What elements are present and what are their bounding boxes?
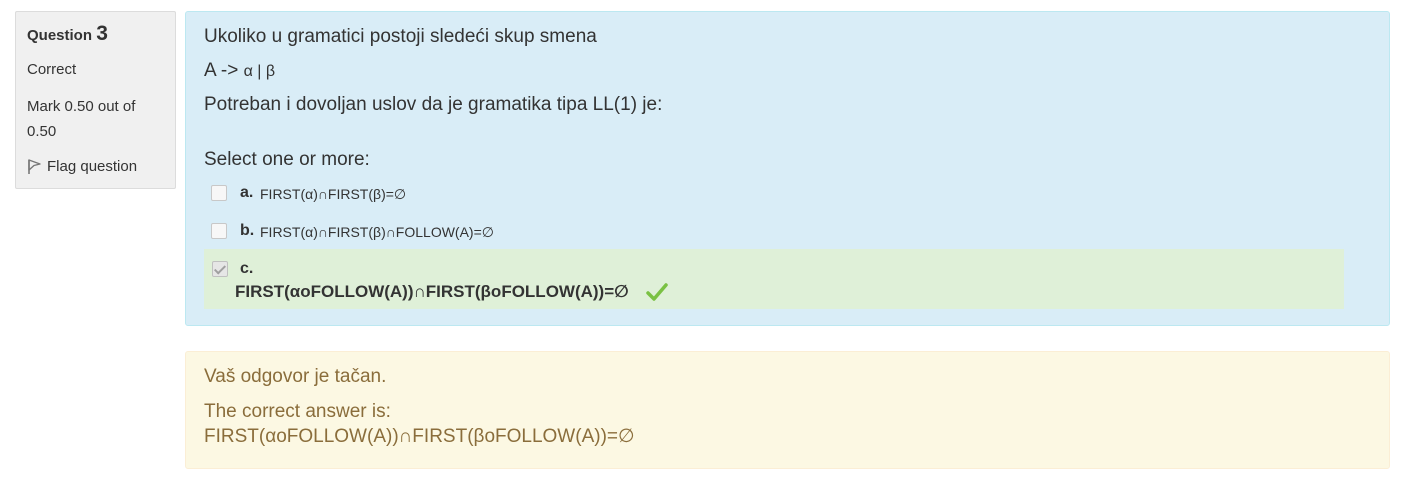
rule-lhs: A -> [204,60,239,81]
right-answer-label: The correct answer is: [204,401,391,422]
option-b-checkbox[interactable] [211,223,227,239]
question-number-value: 3 [96,22,108,45]
question-state: Correct [27,61,77,78]
answer-option-b[interactable]: b. FIRST(α)∩FIRST(β)∩FOLLOW(A)=∅ [205,221,605,243]
answer-option-c[interactable]: c. FIRST(αoFOLLOW(A))∩FIRST(βoFOLLOW(A))… [204,249,1344,309]
question-line-3: Potreban i dovoljan uslov da je gramatik… [204,94,663,115]
option-a-letter: a. [240,184,254,201]
grammar-rule: A -> α | β [204,58,662,84]
question-text: Ukoliko u gramatici postoji sledeći skup… [204,24,662,118]
question-grade: Mark 0.50 out of 0.50 [27,98,136,140]
option-a-checkbox[interactable] [211,185,227,201]
flag-icon [28,159,41,174]
question-line-1: Ukoliko u gramatici postoji sledeći skup… [204,26,597,47]
option-b-text: FIRST(α)∩FIRST(β)∩FOLLOW(A)=∅ [260,224,494,240]
option-c-letter: c. [240,260,254,277]
option-b-letter: b. [240,222,255,239]
answer-option-a[interactable]: a. FIRST(α)∩FIRST(β)=∅ [205,183,605,205]
question-outcome: Vaš odgovor je tačan. The correct answer… [185,351,1390,469]
option-c-text: FIRST(αoFOLLOW(A))∩FIRST(βoFOLLOW(A))=∅ [235,282,629,301]
option-c-checkbox[interactable] [212,261,228,277]
flag-question-link[interactable]: Flag question [27,158,165,175]
option-a-text: FIRST(α)∩FIRST(β)=∅ [260,186,407,202]
rule-rhs: α | β [243,63,276,80]
correct-check-icon [646,283,668,301]
right-answer-value: FIRST(αoFOLLOW(A))∩FIRST(βoFOLLOW(A))=∅ [204,426,635,447]
question-number: Question 3 [27,22,165,48]
specific-feedback: Vaš odgovor je tačan. [204,366,387,387]
question-formulation: Ukoliko u gramatici postoji sledeći skup… [185,11,1390,326]
flag-question-label: Flag question [47,158,138,175]
answer-prompt: Select one or more: [204,149,370,170]
question-info-panel: Question 3 Correct Mark 0.50 out of 0.50… [15,11,176,189]
question-label: Question [27,27,93,44]
